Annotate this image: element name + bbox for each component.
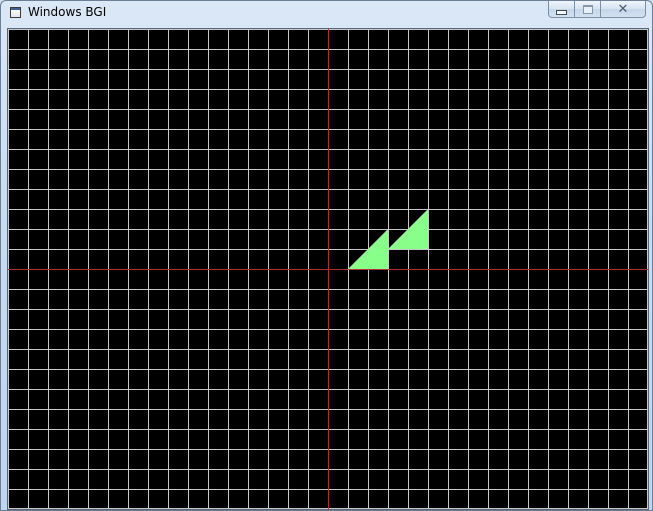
maximize-button[interactable] bbox=[575, 1, 601, 18]
minimize-icon bbox=[556, 9, 567, 15]
title-bar[interactable]: Windows BGI ✕ bbox=[1, 1, 652, 25]
close-icon: ✕ bbox=[617, 1, 629, 17]
maximize-icon bbox=[582, 4, 593, 14]
drawing-surface bbox=[8, 29, 648, 509]
app-icon[interactable] bbox=[10, 7, 21, 18]
app-window: Windows BGI ✕ bbox=[0, 0, 653, 511]
window-title: Windows BGI bbox=[28, 5, 107, 19]
window-controls: ✕ bbox=[548, 1, 646, 19]
minimize-button[interactable] bbox=[548, 1, 575, 18]
close-button[interactable]: ✕ bbox=[601, 1, 646, 18]
graphics-canvas[interactable] bbox=[7, 28, 649, 510]
